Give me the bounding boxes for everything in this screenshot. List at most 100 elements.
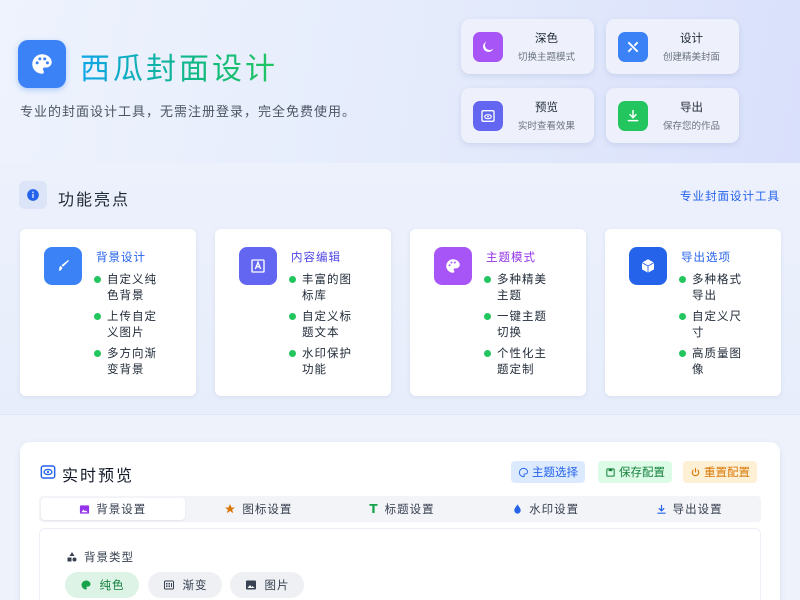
feature-card-title: 内容编辑 <box>291 250 341 264</box>
check-icon <box>94 313 101 320</box>
power-icon <box>690 467 701 478</box>
gradient-icon <box>163 579 175 591</box>
bg-option-image[interactable]: 图片 <box>230 572 304 598</box>
eye-icon <box>40 465 56 479</box>
check-icon <box>94 350 101 357</box>
feature-item-text: 自定义标题文本 <box>302 309 352 339</box>
app-title: 西瓜封面设计 <box>80 44 278 88</box>
feature-card-background: 背景设计 自定义纯色背景 上传自定义图片 多方向渐变背景 <box>20 229 196 396</box>
bg-option-solid[interactable]: 纯色 <box>65 572 139 598</box>
image-icon <box>245 579 257 591</box>
features-link[interactable]: 专业封面设计工具 <box>680 188 780 204</box>
list-item: 水印保护功能 <box>289 345 359 377</box>
background-type-text: 背景类型 <box>84 550 134 564</box>
palette-icon <box>518 467 529 478</box>
button-label: 主题选择 <box>532 465 578 479</box>
feature-item-text: 丰富的图标库 <box>302 272 352 302</box>
list-item: 多种格式导出 <box>679 271 749 303</box>
check-icon <box>94 276 101 283</box>
tab-icon-settings[interactable]: 图标设置 <box>187 496 331 522</box>
tab-export-settings[interactable]: 导出设置 <box>617 496 761 522</box>
preview-title: 实时预览 <box>62 466 135 485</box>
feature-item-text: 自定义纯色背景 <box>107 272 157 302</box>
features-title: 功能亮点 <box>58 190 131 209</box>
feature-card-title: 背景设计 <box>96 250 146 264</box>
tab-watermark-settings[interactable]: 水印设置 <box>474 496 618 522</box>
feature-item-text: 高质量图像 <box>692 346 742 376</box>
feature-card-export: 导出选项 多种格式导出 自定义尺寸 高质量图像 <box>605 229 781 396</box>
feature-card-title: 导出选项 <box>681 250 731 264</box>
list-item: 一键主题切换 <box>484 308 554 340</box>
feature-item-text: 一键主题切换 <box>497 309 547 339</box>
tab-label: 背景设置 <box>96 502 147 516</box>
export-button[interactable]: 导出 保存您的作品 <box>606 88 739 143</box>
feature-item-text: 水印保护功能 <box>302 346 352 376</box>
button-label: 重置配置 <box>704 465 750 479</box>
palette-icon <box>80 579 92 591</box>
list-item: 丰富的图标库 <box>289 271 359 303</box>
image-icon <box>79 504 90 515</box>
save-config-button[interactable]: 保存配置 <box>598 461 672 483</box>
palette-icon <box>434 247 472 285</box>
list-item: 自定义标题文本 <box>289 308 359 340</box>
download-icon <box>656 504 667 515</box>
drop-icon <box>512 503 523 515</box>
check-icon <box>679 350 686 357</box>
option-label: 纯色 <box>99 578 125 592</box>
feature-item-text: 上传自定义图片 <box>107 309 157 339</box>
tools-icon <box>618 31 648 62</box>
tab-label: 导出设置 <box>672 502 723 516</box>
check-icon <box>679 313 686 320</box>
brush-icon <box>44 247 82 285</box>
check-icon <box>484 276 491 283</box>
quick-action-title: 预览 <box>535 100 558 114</box>
shapes-icon <box>66 551 78 563</box>
palette-icon <box>32 54 52 74</box>
tab-label: 水印设置 <box>529 502 580 516</box>
feature-item-text: 个性化主题定制 <box>497 346 547 376</box>
design-button[interactable]: 设计 创建精美封面 <box>606 19 739 74</box>
bg-option-gradient[interactable]: 渐变 <box>148 572 222 598</box>
background-settings-panel: 背景类型 纯色 渐变 图片 <box>39 528 761 600</box>
check-icon <box>289 276 296 283</box>
quick-action-title: 导出 <box>680 100 703 114</box>
reset-config-button[interactable]: 重置配置 <box>683 461 757 483</box>
cube-icon <box>629 247 667 285</box>
check-icon <box>289 350 296 357</box>
tab-title-settings[interactable]: T 标题设置 <box>330 496 474 522</box>
feature-item-text: 多方向渐变背景 <box>107 346 157 376</box>
list-item: 高质量图像 <box>679 345 749 377</box>
quick-action-subtitle: 切换主题模式 <box>517 52 575 63</box>
moon-icon <box>473 31 503 62</box>
feature-item-text: 多种精美主题 <box>497 272 547 302</box>
tab-background-settings[interactable]: 背景设置 <box>41 498 185 520</box>
option-label: 渐变 <box>182 578 208 592</box>
list-item: 个性化主题定制 <box>484 345 554 377</box>
app-logo <box>18 40 66 88</box>
star-icon <box>224 503 236 515</box>
option-label: 图片 <box>264 578 290 592</box>
list-item: 自定义尺寸 <box>679 308 749 340</box>
button-label: 保存配置 <box>619 465 665 479</box>
theme-select-button[interactable]: 主题选择 <box>511 461 585 483</box>
feature-card-content: 内容编辑 丰富的图标库 自定义标题文本 水印保护功能 <box>215 229 391 396</box>
save-icon <box>605 467 616 478</box>
list-item: 上传自定义图片 <box>94 308 164 340</box>
quick-action-subtitle: 创建精美封面 <box>662 52 720 63</box>
preview-button[interactable]: 预览 实时查看效果 <box>461 88 594 143</box>
text-frame-icon <box>239 247 277 285</box>
text-icon: T <box>369 502 379 516</box>
eye-icon <box>473 100 503 131</box>
feature-item-text: 多种格式导出 <box>692 272 742 302</box>
feature-card-theme: 主题模式 多种精美主题 一键主题切换 个性化主题定制 <box>410 229 586 396</box>
quick-action-subtitle: 保存您的作品 <box>662 121 720 132</box>
check-icon <box>484 350 491 357</box>
quick-action-subtitle: 实时查看效果 <box>517 121 575 132</box>
info-icon <box>19 181 47 209</box>
tab-label: 图标设置 <box>242 502 293 516</box>
quick-action-title: 设计 <box>680 31 703 45</box>
list-item: 多方向渐变背景 <box>94 345 164 377</box>
dark-mode-button[interactable]: 深色 切换主题模式 <box>461 19 594 74</box>
feature-item-text: 自定义尺寸 <box>692 309 742 339</box>
background-type-label: 背景类型 <box>66 549 134 565</box>
